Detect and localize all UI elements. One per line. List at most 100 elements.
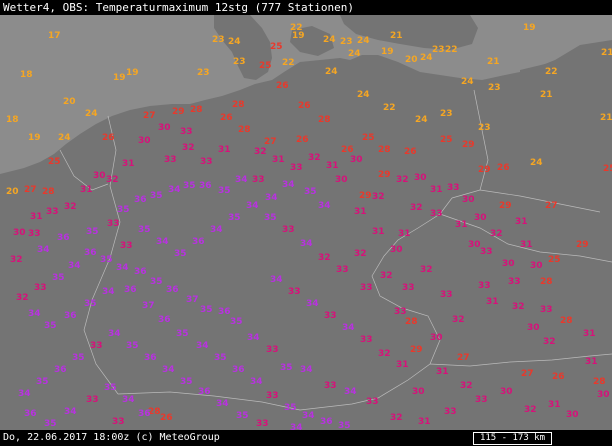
station-temp: 26 (160, 413, 173, 423)
station-temp: 33 (540, 305, 553, 315)
station-temp: 27 (264, 137, 277, 147)
station-temp: 33 (366, 397, 379, 407)
station-temp: 19 (113, 73, 126, 83)
station-temp: 33 (440, 290, 453, 300)
station-temp: 22 (282, 58, 295, 68)
station-temp: 28 (378, 145, 391, 155)
map-viewer: Wetter4, OBS: Temperaturmaximum 12stg (7… (0, 0, 612, 446)
station-temp: 20 (6, 187, 19, 197)
station-temp: 35 (117, 205, 130, 215)
station-temp: 24 (325, 67, 338, 77)
station-temp: 29 (378, 170, 391, 180)
station-temp: 35 (176, 329, 189, 339)
station-temp: 31 (455, 220, 468, 230)
station-temp: 31 (272, 155, 285, 165)
station-temp: 30 (430, 333, 443, 343)
station-temp: 34 (344, 387, 357, 397)
station-temp: 32 (380, 271, 393, 281)
temperature-map[interactable]: 1718 19192018192323 24232219 24 232424192120… (0, 15, 612, 430)
station-temp: 24 (415, 115, 428, 125)
station-temp: 19 (381, 47, 394, 57)
station-temp: 31 (372, 227, 385, 237)
footer-bar: Do, 22.06.2017 18:00z (c) MeteoGroup 115… (0, 430, 612, 446)
station-temp: 35 (218, 186, 231, 196)
station-temp: 30 (502, 259, 515, 269)
station-temp: 32 (254, 147, 267, 157)
station-temp: 35 (304, 187, 317, 197)
station-temp: 28 (405, 317, 418, 327)
station-temp: 34 (300, 239, 313, 249)
station-temp: 35 (126, 341, 139, 351)
station-temp: 33 (430, 209, 443, 219)
station-temp: 36 (199, 181, 212, 191)
station-temp: 34 (250, 377, 263, 387)
station-temp: 36 (54, 365, 67, 375)
station-temp: 30 (158, 123, 171, 133)
station-temp: 36 (232, 365, 245, 375)
station-temp: 32 (64, 202, 77, 212)
station-temp: 34 (265, 193, 278, 203)
station-temp: 33 (478, 281, 491, 291)
station-temp: 30 (350, 155, 363, 165)
station-temp: 25 (362, 133, 375, 143)
station-temp: 28 (318, 115, 331, 125)
station-temp: 36 (57, 233, 70, 243)
station-temp: 20 (63, 97, 76, 107)
station-temp: 35 (84, 299, 97, 309)
station-temp: 34 (168, 185, 181, 195)
station-temp: 32 (410, 203, 423, 213)
station-temp: 26 (296, 135, 309, 145)
station-temp: 34 (306, 299, 319, 309)
station-temp: 35 (200, 305, 213, 315)
station-temp: 33 (200, 157, 213, 167)
station-temp: 35 (150, 277, 163, 287)
station-temp: 33 (475, 395, 488, 405)
station-temp: 32 (543, 337, 556, 347)
station-temp: 29 (576, 240, 589, 250)
station-temp: 34 (302, 411, 315, 421)
station-temp: 36 (198, 387, 211, 397)
station-temp: 26 (298, 101, 311, 111)
station-temp: 36 (84, 248, 97, 258)
station-temp: 30 (412, 387, 425, 397)
station-temp: 24 (357, 90, 370, 100)
station-temp: 21 (390, 31, 403, 41)
station-temp: 34 (210, 225, 223, 235)
station-temp: 23 (488, 83, 501, 93)
station-temp: 36 (144, 353, 157, 363)
station-temp: 34 (28, 309, 41, 319)
station-temp: 30 (13, 228, 26, 238)
station-temp: 24 (323, 35, 336, 45)
station-temp: 33 (324, 381, 337, 391)
station-temp: 32 (396, 175, 409, 185)
station-temp: 30 (138, 136, 151, 146)
station-temp: 26 (552, 372, 565, 382)
station-temp: 32 (106, 175, 119, 185)
station-temp: 32 (378, 349, 391, 359)
station-temp: 32 (16, 293, 29, 303)
station-temp: 28 (560, 316, 573, 326)
station-temp: 33 (266, 391, 279, 401)
station-temp: 31 (520, 240, 533, 250)
station-temp: 35 (280, 363, 293, 373)
station-temp: 33 (107, 219, 120, 229)
station-temp: 34 (282, 180, 295, 190)
station-temp: 35 (36, 377, 49, 387)
station-temp: 36 (192, 237, 205, 247)
station-temp: 32 (182, 143, 195, 153)
station-temp: 32 (452, 315, 465, 325)
station-temp: 30 (597, 390, 610, 400)
station-temp: 31 (436, 367, 449, 377)
station-temp: 34 (235, 175, 248, 185)
station-temp: 29 (478, 165, 491, 175)
station-temp: 25 (603, 164, 612, 174)
station-temp: 33 (288, 287, 301, 297)
station-temp: 36 (64, 311, 77, 321)
station-temp: 28 (238, 125, 251, 135)
station-temp: 33 (46, 207, 59, 217)
station-temp: 19 (126, 68, 139, 78)
station-temp: 35 (150, 191, 163, 201)
station-temp: 33 (508, 277, 521, 287)
station-temp: 33 (34, 283, 47, 293)
station-temp: 34 (270, 275, 283, 285)
